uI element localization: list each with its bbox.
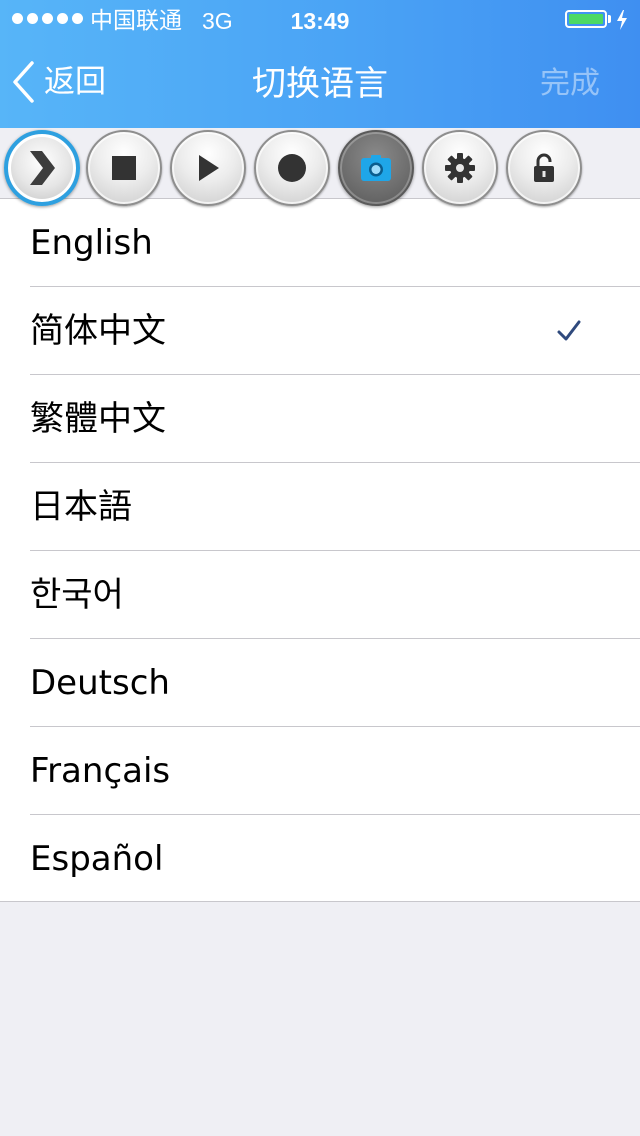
header: 中国联通 3G 13:49 返回 切换语言 完成 xyxy=(0,0,640,128)
language-item-german[interactable]: Deutsch xyxy=(0,639,640,727)
lock-button[interactable] xyxy=(506,130,582,206)
floating-toolbar xyxy=(0,128,640,210)
battery-tip xyxy=(608,15,611,23)
record-icon xyxy=(278,154,306,182)
unlock-icon xyxy=(534,153,554,182)
language-label: Deutsch xyxy=(30,663,170,703)
language-label: 日本語 xyxy=(30,487,132,527)
language-item-simplified-chinese[interactable]: 简体中文 xyxy=(0,287,640,375)
charging-bolt-icon xyxy=(617,10,627,30)
language-label: English xyxy=(30,223,153,263)
language-label: 繁體中文 xyxy=(30,399,166,439)
stop-icon xyxy=(112,156,136,180)
language-item-traditional-chinese[interactable]: 繁體中文 xyxy=(0,375,640,463)
language-item-french[interactable]: Français xyxy=(0,727,640,815)
language-label: 한국어 xyxy=(30,575,124,615)
camera-icon xyxy=(361,155,391,181)
language-item-korean[interactable]: 한국어 xyxy=(0,551,640,639)
checkmark-icon xyxy=(557,320,581,341)
navigation-bar: 返回 切换语言 完成 xyxy=(0,40,640,128)
language-list: English 简体中文 繁體中文 日本語 한국어 Deutsch França… xyxy=(0,198,640,902)
language-label: Español xyxy=(30,839,164,879)
screenshot-button[interactable] xyxy=(338,130,414,206)
back-label: 返回 xyxy=(44,64,106,100)
back-button[interactable]: 返回 xyxy=(10,54,106,110)
done-button[interactable]: 完成 xyxy=(540,64,600,104)
language-label: Français xyxy=(30,751,171,791)
record-button[interactable] xyxy=(254,130,330,206)
language-item-english[interactable]: English xyxy=(0,199,640,287)
language-item-spanish[interactable]: Español xyxy=(0,815,640,903)
expand-button[interactable] xyxy=(4,130,80,206)
back-chevron-icon xyxy=(13,61,34,103)
status-bar: 中国联通 3G 13:49 xyxy=(0,0,640,40)
battery-level xyxy=(569,14,603,24)
play-button[interactable] xyxy=(170,130,246,206)
language-label: 简体中文 xyxy=(30,311,166,351)
chevron-right-icon xyxy=(30,151,55,185)
gear-icon xyxy=(445,153,475,183)
play-icon xyxy=(199,155,219,181)
page-title: 切换语言 xyxy=(252,64,388,104)
language-item-japanese[interactable]: 日本語 xyxy=(0,463,640,551)
battery-icon xyxy=(565,10,607,28)
status-time: 13:49 xyxy=(290,8,350,34)
stop-button[interactable] xyxy=(86,130,162,206)
settings-button[interactable] xyxy=(422,130,498,206)
